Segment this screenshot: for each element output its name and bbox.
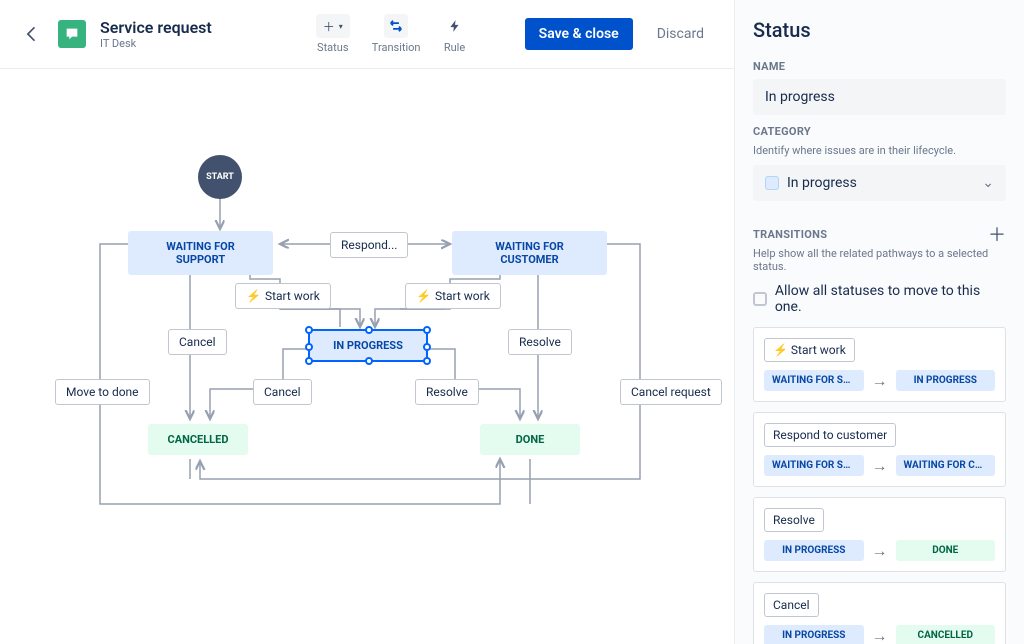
transition-respond[interactable]: Respond...: [330, 232, 408, 258]
transition-name: Cancel: [764, 593, 819, 617]
chevron-down-icon: ⌄: [982, 175, 994, 191]
transition-move-to-done[interactable]: Move to done: [55, 379, 150, 405]
transition-from: IN PROGRESS: [764, 540, 864, 561]
tool-transition[interactable]: Transition: [372, 14, 421, 54]
arrow-right-icon: →: [872, 456, 888, 476]
node-in-progress[interactable]: IN PROGRESS: [308, 329, 428, 362]
arrow-right-icon: →: [872, 371, 888, 391]
node-cancelled[interactable]: CANCELLED: [148, 424, 248, 455]
node-done[interactable]: DONE: [480, 424, 580, 455]
transition-from: WAITING FOR SUP...: [764, 455, 864, 476]
topbar: Service request IT Desk ＋▾ Status Transi…: [0, 0, 734, 69]
transition-start-work-2[interactable]: ⚡Start work: [405, 283, 501, 309]
transition-to: DONE: [896, 540, 996, 561]
transition-name: Respond to customer: [764, 423, 896, 447]
category-label: CATEGORY: [753, 125, 1006, 138]
sidebar-heading: Status: [753, 18, 1006, 42]
tool-rule[interactable]: Rule: [443, 14, 467, 54]
node-waiting-customer[interactable]: WAITING FOR CUSTOMER: [452, 231, 607, 275]
transition-card[interactable]: Cancel IN PROGRESS → CANCELLED: [753, 582, 1006, 644]
add-transition-button[interactable]: ＋: [988, 221, 1006, 247]
transition-card[interactable]: ⚡ Start work WAITING FOR SUP... → IN PROGRE…: [753, 327, 1006, 402]
transition-start-work-1[interactable]: ⚡Start work: [235, 283, 331, 309]
discard-button[interactable]: Discard: [647, 18, 714, 50]
transition-name: ⚡ Start work: [764, 338, 855, 362]
transition-cancel-request[interactable]: Cancel request: [620, 379, 722, 405]
workflow-canvas[interactable]: START WAITING FOR SUPPORT WAITING FOR CU…: [0, 69, 734, 644]
transition-from: WAITING FOR SUP...: [764, 370, 864, 391]
transition-to: WAITING FOR CU...: [896, 455, 996, 476]
arrow-right-icon: →: [872, 541, 888, 561]
category-chip-icon: [765, 176, 779, 190]
transitions-label: TRANSITIONS: [753, 228, 827, 241]
tool-status[interactable]: ＋▾ Status: [316, 14, 350, 54]
transition-cancel-1[interactable]: Cancel: [168, 329, 227, 355]
arrow-right-icon: →: [872, 626, 888, 644]
transition-resolve-2[interactable]: Resolve: [415, 379, 479, 405]
transition-cancel-2[interactable]: Cancel: [253, 379, 312, 405]
name-input[interactable]: [753, 79, 1006, 115]
page-title: Service request: [100, 18, 212, 37]
name-label: NAME: [753, 60, 1006, 73]
transition-card[interactable]: Resolve IN PROGRESS → DONE: [753, 497, 1006, 572]
start-node[interactable]: START: [198, 155, 242, 199]
page-subtitle: IT Desk: [100, 37, 212, 50]
save-close-button[interactable]: Save & close: [525, 18, 633, 50]
transition-name: Resolve: [764, 508, 824, 532]
transition-resolve-1[interactable]: Resolve: [508, 329, 572, 355]
transitions-hint: Help show all the related pathways to a …: [753, 247, 1006, 273]
node-waiting-support[interactable]: WAITING FOR SUPPORT: [128, 231, 273, 275]
allow-all-checkbox[interactable]: [753, 292, 767, 306]
transition-card[interactable]: Respond to customer WAITING FOR SUP... → WA…: [753, 412, 1006, 487]
app-icon: [58, 20, 86, 48]
allow-all-checkbox-row[interactable]: Allow all statuses to move to this one.: [753, 283, 1006, 315]
transition-to: IN PROGRESS: [896, 370, 996, 391]
transition-from: IN PROGRESS: [764, 625, 864, 644]
category-select[interactable]: In progress ⌄: [753, 165, 1006, 201]
transition-to: CANCELLED: [896, 625, 996, 644]
back-button[interactable]: [20, 22, 44, 46]
sidebar: Status NAME CATEGORY Identify where issu…: [734, 0, 1024, 644]
category-hint: Identify where issues are in their lifec…: [753, 144, 1006, 157]
